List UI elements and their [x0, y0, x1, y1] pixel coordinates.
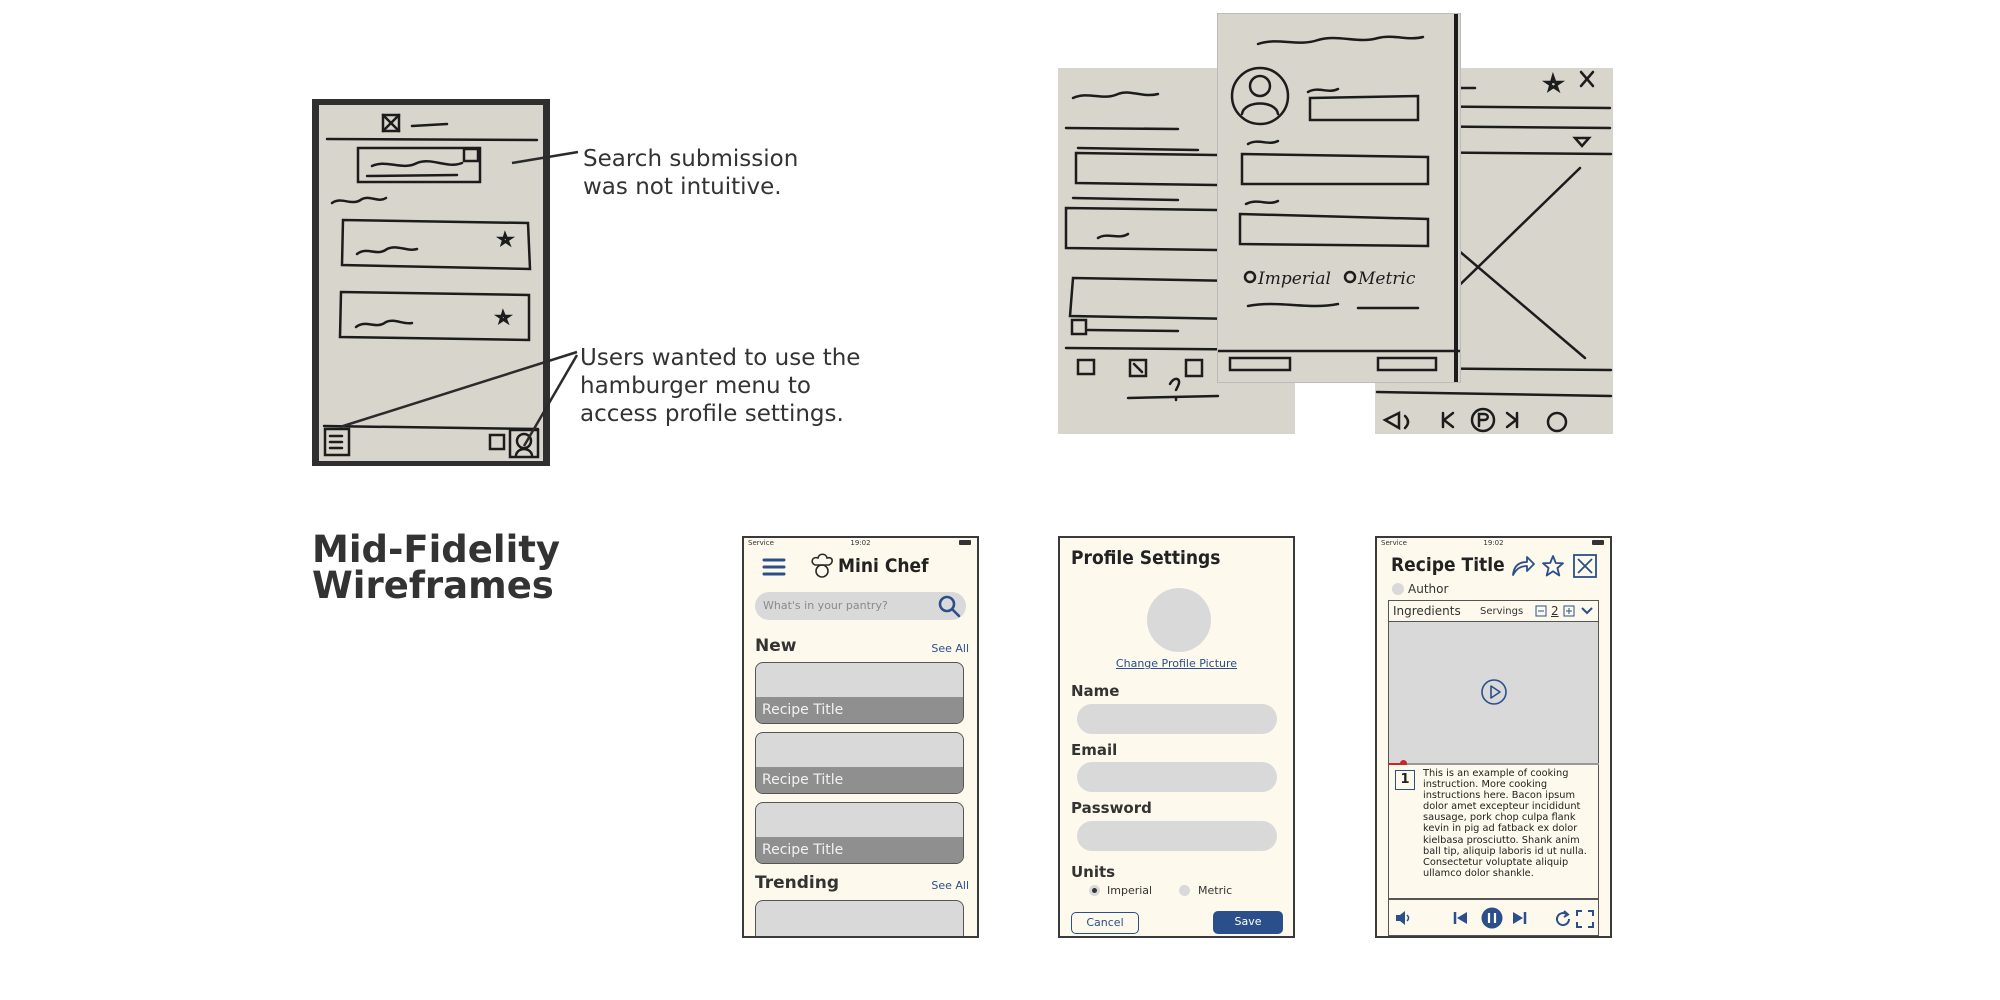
recipe-card[interactable]: Recipe Title: [755, 662, 964, 724]
share-icon[interactable]: [1510, 554, 1536, 578]
sketch-imperial-label: Imperial: [1257, 269, 1331, 289]
battery-icon: [959, 540, 971, 545]
step-instruction-text: This is an example of cooking instructio…: [1423, 768, 1587, 879]
recipe-title: Recipe Title: [1391, 554, 1505, 576]
pause-icon[interactable]: [1481, 907, 1503, 929]
loop-icon[interactable]: [1554, 910, 1572, 928]
imperial-option-label: Imperial: [1107, 884, 1153, 897]
recipe-screen-wireframe: Service 19:02 Recipe Title Author Ingred…: [1375, 536, 1612, 938]
close-icon[interactable]: [1572, 553, 1598, 579]
search-placeholder: What's in your pantry?: [763, 599, 888, 612]
profile-settings-wireframe: Profile Settings Change Profile Picture …: [1058, 536, 1295, 938]
home-screen-wireframe: Service 19:02 Mini Chef What's in your p…: [742, 536, 979, 938]
instructions-panel: 1 This is an example of cooking instruct…: [1388, 765, 1599, 899]
search-icon[interactable]: [936, 594, 962, 618]
imperial-radio[interactable]: [1089, 885, 1100, 896]
new-see-all-link[interactable]: See All: [931, 642, 969, 655]
search-input[interactable]: What's in your pantry?: [755, 592, 966, 620]
servings-increase-icon[interactable]: [1563, 605, 1575, 617]
metric-radio[interactable]: [1179, 885, 1190, 896]
ingredients-label: Ingredients: [1393, 604, 1461, 618]
sketch-metric-label: Metric: [1357, 269, 1416, 289]
servings-value: 2: [1551, 604, 1559, 618]
profile-settings-title: Profile Settings: [1071, 547, 1221, 569]
app-name: Mini Chef: [838, 555, 929, 577]
status-time: 19:02: [1483, 539, 1504, 547]
section-title: Mid-Fidelity Wireframes: [312, 531, 560, 604]
step-number-badge: 1: [1395, 770, 1415, 790]
fullscreen-icon[interactable]: [1576, 910, 1594, 928]
skip-next-icon[interactable]: [1511, 911, 1527, 925]
recipe-card-title: Recipe Title: [762, 702, 844, 718]
servings-decrease-icon[interactable]: [1535, 605, 1547, 617]
password-label: Password: [1071, 799, 1152, 817]
status-time: 19:02: [850, 539, 871, 547]
hamburger-menu-icon[interactable]: [762, 557, 786, 577]
volume-icon[interactable]: [1395, 910, 1413, 926]
servings-label: Servings: [1480, 606, 1524, 617]
email-field[interactable]: [1077, 762, 1277, 792]
units-label: Units: [1071, 863, 1116, 881]
author-name[interactable]: Author: [1408, 582, 1448, 596]
annotation-hamburger: Users wanted to use the hamburger menu t…: [580, 345, 861, 427]
skip-previous-icon[interactable]: [1453, 911, 1469, 925]
name-field[interactable]: [1077, 704, 1277, 734]
lowfi-profile-center-sketch: Imperial Metric: [1218, 14, 1460, 382]
password-field[interactable]: [1077, 821, 1277, 851]
media-controls-bar: [1388, 899, 1599, 936]
recipe-card-title: Recipe Title: [762, 842, 844, 858]
status-bar: Service 19:02: [1377, 538, 1610, 549]
annotation-search: Search submission was not intuitive.: [583, 146, 799, 200]
video-player[interactable]: [1388, 622, 1599, 763]
trending-card[interactable]: [755, 900, 964, 936]
metric-option-label: Metric: [1198, 884, 1233, 897]
change-profile-picture-link[interactable]: Change Profile Picture: [1060, 657, 1293, 670]
battery-icon: [1592, 540, 1604, 545]
annotation-lines: [339, 150, 579, 447]
chevron-down-icon[interactable]: [1580, 605, 1594, 617]
profile-center-drawing: Imperial Metric: [1218, 14, 1460, 382]
chef-hat-icon: [811, 553, 833, 578]
cancel-button[interactable]: Cancel: [1071, 912, 1139, 934]
recipe-card[interactable]: Recipe Title: [755, 802, 964, 864]
save-button[interactable]: Save: [1213, 911, 1283, 934]
new-section-label: New: [755, 636, 797, 656]
author-avatar: [1392, 583, 1404, 595]
email-label: Email: [1071, 741, 1118, 759]
status-bar: Service 19:02: [744, 538, 977, 549]
name-label: Name: [1071, 682, 1120, 700]
ingredients-bar[interactable]: Ingredients Servings 2: [1388, 600, 1599, 622]
avatar[interactable]: [1147, 588, 1211, 652]
recipe-card-title: Recipe Title: [762, 772, 844, 788]
video-play-icon[interactable]: [1480, 678, 1508, 706]
recipe-card[interactable]: Recipe Title: [755, 732, 964, 794]
section-title-text: Mid-Fidelity Wireframes: [312, 528, 561, 607]
favorite-star-icon[interactable]: [1541, 554, 1565, 578]
trending-see-all-link[interactable]: See All: [931, 879, 969, 892]
trending-section-label: Trending: [755, 873, 840, 893]
radio-selected-dot: [1092, 888, 1097, 893]
